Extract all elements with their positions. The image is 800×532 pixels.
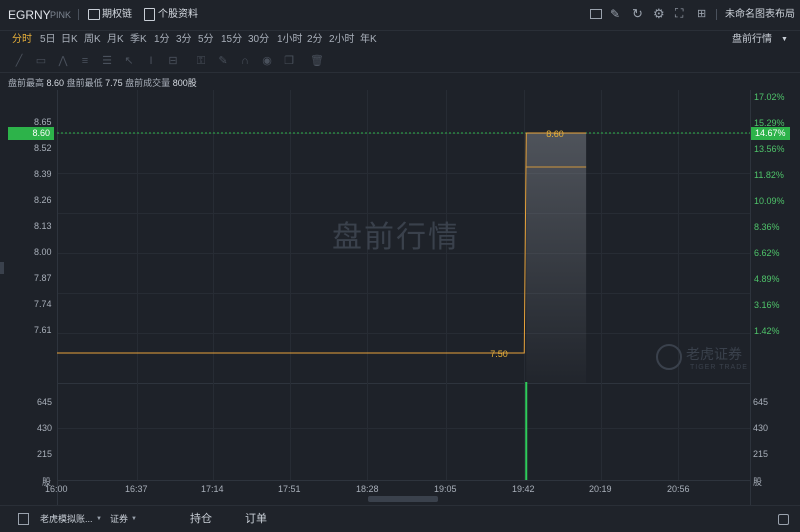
pct-tick: 4.89% (754, 274, 780, 284)
time-tick: 16:37 (125, 484, 148, 494)
price-tick: 8.39 (34, 169, 52, 179)
price-tick: 7.74 (34, 299, 52, 309)
current-pct-tag: 14.67% (751, 127, 790, 140)
price-area (526, 133, 587, 383)
left-collapse-handle[interactable] (0, 262, 4, 274)
pct-tick: 3.16% (754, 300, 780, 310)
price-tick: 8.13 (34, 221, 52, 231)
volume-tick-right: 430 (753, 423, 769, 433)
tab-positions[interactable]: 持仓 (190, 506, 212, 532)
time-tick: 20:19 (589, 484, 612, 494)
volume-tick-right: 645 (753, 397, 769, 407)
current-price-tag: 8.60 (8, 127, 54, 140)
pct-tick: 17.02% (754, 92, 785, 102)
time-tick: 20:56 (667, 484, 690, 494)
price-tick: 8.26 (34, 195, 52, 205)
chart-scroll-handle[interactable] (368, 496, 438, 502)
time-tick: 18:28 (356, 484, 379, 494)
account-selector[interactable]: 老虎模拟账... (40, 506, 93, 532)
pct-tick: 8.36% (754, 222, 780, 232)
price-line (57, 132, 587, 354)
chevron-down-icon[interactable]: ▼ (96, 506, 102, 532)
price-tick: 8.65 (34, 117, 52, 127)
volume-tick-right: 215 (753, 449, 769, 459)
price-tick: 8.52 (34, 143, 52, 153)
price-tick: 7.61 (34, 325, 52, 335)
chevron-down-icon[interactable]: ▼ (131, 506, 137, 532)
pct-tick: 6.62% (754, 248, 780, 258)
time-tick: 19:42 (512, 484, 535, 494)
panel-toggle-icon[interactable] (18, 513, 29, 525)
volume-tick: 645 (37, 397, 53, 407)
tab-orders[interactable]: 订单 (245, 506, 267, 532)
bottom-bar: 老虎模拟账... ▼ 证券 ▼ 持仓 订单 (0, 505, 800, 532)
price-chart: 7.50 8.60 (57, 129, 750, 480)
time-tick: 17:14 (201, 484, 224, 494)
point-label-low: 7.50 (490, 349, 508, 359)
time-tick: 17:51 (278, 484, 301, 494)
point-label-high: 8.60 (546, 129, 564, 139)
pct-tick: 11.82% (754, 170, 784, 180)
volume-tick: 430 (37, 423, 53, 433)
time-tick: 19:05 (434, 484, 457, 494)
pct-tick: 1.42% (754, 326, 780, 336)
account-type-selector[interactable]: 证券 (110, 506, 128, 532)
pct-tick: 13.56% (754, 144, 785, 154)
volume-unit-right: 股 (753, 477, 763, 487)
price-tick: 7.87 (34, 273, 52, 283)
pct-tick: 10.09% (754, 196, 785, 206)
popout-icon[interactable] (778, 514, 789, 525)
volume-tick: 215 (37, 449, 53, 459)
time-tick: 16:00 (45, 484, 68, 494)
price-tick: 8.00 (34, 247, 52, 257)
